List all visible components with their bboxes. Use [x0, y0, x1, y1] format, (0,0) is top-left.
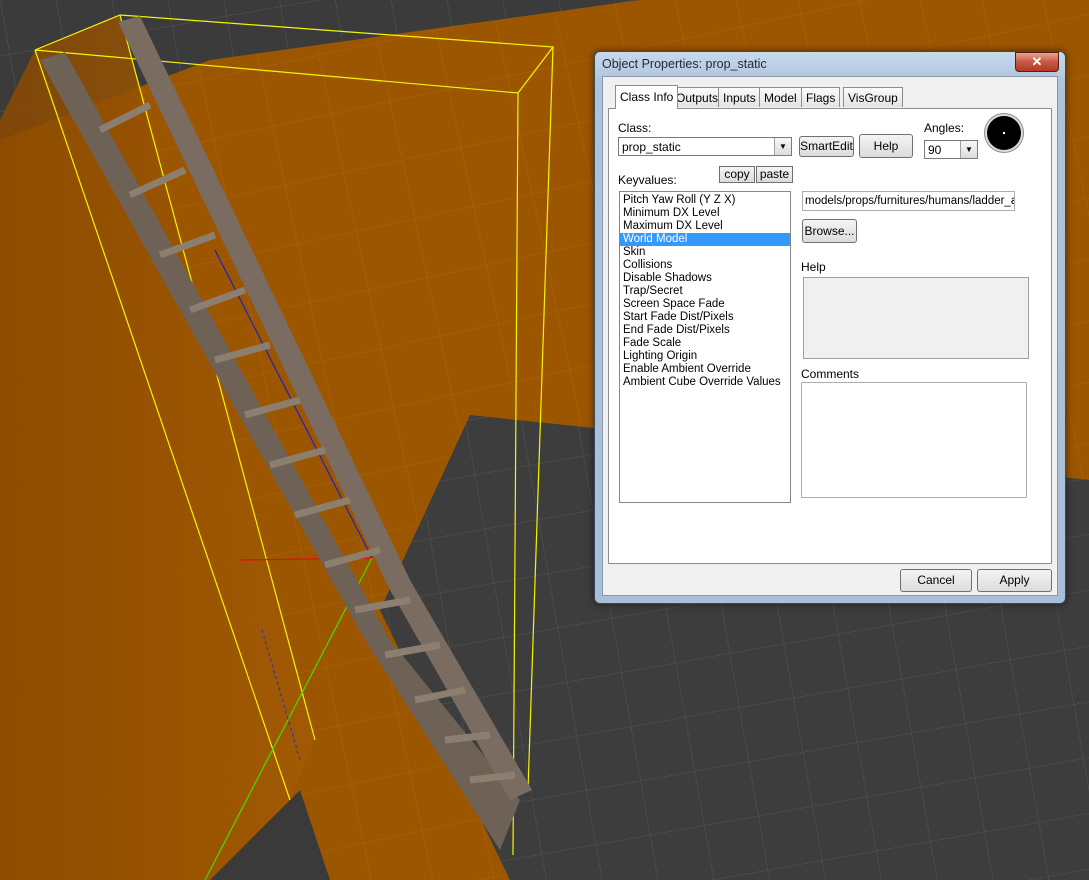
- keyvalue-item[interactable]: Start Fade Dist/Pixels: [620, 311, 790, 324]
- tab-inputs[interactable]: Inputs: [718, 87, 761, 107]
- class-label: Class:: [618, 121, 652, 135]
- paste-button[interactable]: paste: [756, 166, 793, 183]
- keyvalue-item[interactable]: End Fade Dist/Pixels: [620, 324, 790, 337]
- keyvalue-item[interactable]: Trap/Secret: [620, 285, 790, 298]
- chevron-down-icon: ▼: [774, 138, 791, 155]
- cancel-button[interactable]: Cancel: [900, 569, 972, 592]
- object-properties-dialog: Object Properties: prop_static ✕ Class I…: [594, 51, 1066, 604]
- keyvalue-item[interactable]: Fade Scale: [620, 337, 790, 350]
- angles-dropdown[interactable]: 90 ▼: [924, 140, 978, 159]
- keyvalue-item[interactable]: Ambient Cube Override Values: [620, 376, 790, 389]
- tab-outputs[interactable]: Outputs: [671, 87, 724, 107]
- apply-button[interactable]: Apply: [977, 569, 1052, 592]
- keyvalue-item[interactable]: Pitch Yaw Roll (Y Z X): [620, 194, 790, 207]
- chevron-down-icon: ▼: [960, 141, 977, 158]
- dialog-client-area: Class Info Outputs Inputs Model Flags Vi…: [602, 76, 1058, 596]
- keyvalues-list: Pitch Yaw Roll (Y Z X) Minimum DX Level …: [619, 191, 791, 503]
- class-dropdown[interactable]: prop_static ▼: [618, 137, 792, 156]
- keyvalues-label: Keyvalues:: [618, 173, 677, 187]
- keyvalue-item[interactable]: Maximum DX Level: [620, 220, 790, 233]
- class-value: prop_static: [622, 140, 681, 154]
- close-button[interactable]: ✕: [1015, 52, 1059, 72]
- angles-value: 90: [928, 143, 942, 157]
- tab-visgroup[interactable]: VisGroup: [843, 87, 903, 107]
- keyvalue-item[interactable]: Disable Shadows: [620, 272, 790, 285]
- angles-label: Angles:: [924, 121, 965, 135]
- keyvalue-item[interactable]: Lighting Origin: [620, 350, 790, 363]
- smartedit-button[interactable]: SmartEdit: [799, 136, 854, 157]
- comments-textarea[interactable]: [801, 382, 1027, 498]
- keyvalue-item[interactable]: Skin: [620, 246, 790, 259]
- angles-dial[interactable]: [985, 114, 1023, 152]
- keyvalue-item[interactable]: Collisions: [620, 259, 790, 272]
- help-button[interactable]: Help: [859, 134, 913, 158]
- copy-button[interactable]: copy: [719, 166, 755, 183]
- keyvalue-item[interactable]: Screen Space Fade: [620, 298, 790, 311]
- comments-label: Comments: [801, 367, 860, 381]
- tab-class-info[interactable]: Class Info: [615, 85, 679, 109]
- tab-model[interactable]: Model: [759, 87, 802, 107]
- browse-button[interactable]: Browse...: [802, 219, 857, 243]
- tab-flags[interactable]: Flags: [801, 87, 841, 107]
- world-model-path-input[interactable]: models/props/furnitures/humans/ladder_a.…: [802, 191, 1015, 211]
- class-info-panel: Class: prop_static ▼ SmartEdit Help Angl…: [608, 108, 1052, 564]
- close-icon: ✕: [1031, 54, 1043, 69]
- help-section-label: Help: [801, 260, 826, 274]
- keyvalue-item-selected[interactable]: World Model: [620, 233, 790, 246]
- angles-dial-dot: [1003, 132, 1005, 134]
- keyvalue-item[interactable]: Enable Ambient Override: [620, 363, 790, 376]
- keyvalues-list-items: Pitch Yaw Roll (Y Z X) Minimum DX Level …: [620, 192, 790, 389]
- help-text-box: [803, 277, 1029, 359]
- dialog-title: Object Properties: prop_static: [602, 57, 767, 71]
- keyvalue-item[interactable]: Minimum DX Level: [620, 207, 790, 220]
